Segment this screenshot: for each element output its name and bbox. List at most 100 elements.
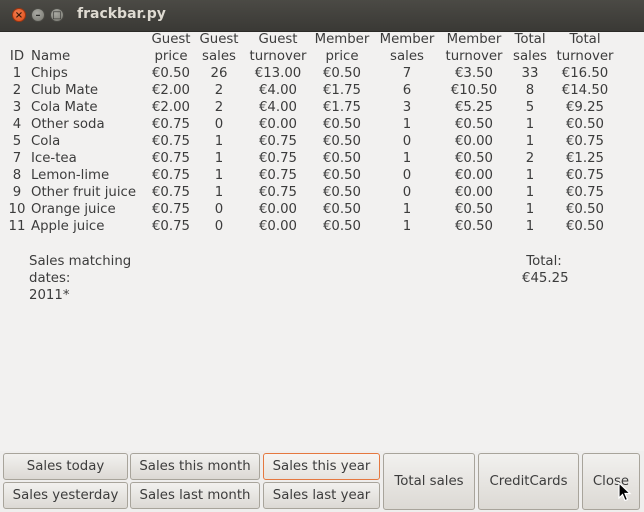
cell-member-sales: 7: [402, 66, 412, 81]
cell-id: 9: [12, 185, 22, 200]
cell-total-turnover: €0.50: [565, 117, 605, 132]
cell-guest-price: €2.00: [151, 83, 191, 98]
cell-id: 5: [12, 134, 22, 149]
cell-member-price: €0.50: [322, 134, 362, 149]
cell-guest-turnover: €0.00: [258, 202, 298, 217]
cell-member-turnover: €3.50: [454, 66, 494, 81]
cell-member-sales: 1: [402, 219, 412, 234]
cell-guest-sales: 2: [214, 100, 224, 115]
button-bar: Sales today Sales yesterday Sales this m…: [0, 451, 644, 512]
cell-member-price: €0.50: [322, 202, 362, 217]
cell-total-turnover: €0.75: [565, 134, 605, 149]
window-maximize-icon[interactable]: □: [50, 8, 64, 22]
cell-member-turnover: €0.00: [454, 168, 494, 183]
cell-member-price: €0.50: [322, 66, 362, 81]
cell-member-sales: 1: [402, 202, 412, 217]
creditcards-button[interactable]: CreditCards: [478, 453, 579, 510]
window-close-icon[interactable]: ×: [12, 8, 26, 22]
cell-guest-turnover: €0.75: [258, 134, 298, 149]
cell-total-turnover: €1.25: [565, 151, 605, 166]
cell-total-turnover: €0.75: [565, 185, 605, 200]
cell-total-sales: 1: [525, 117, 535, 132]
header-member-sales: Member sales: [379, 32, 435, 64]
window-title: frackbar.py: [77, 6, 166, 22]
cell-guest-sales: 1: [214, 185, 224, 200]
cell-member-sales: 1: [402, 151, 412, 166]
cell-total-turnover: €14.50: [561, 83, 609, 98]
window-titlebar[interactable]: × – □ frackbar.py: [0, 0, 644, 32]
cell-total-sales: 33: [521, 66, 539, 81]
cell-guest-sales: 0: [214, 202, 224, 217]
cell-member-sales: 0: [402, 168, 412, 183]
table-row: 11 Apple juice €0.75 0 €0.00 €0.50 1 €0.50 1 €0.5…: [5, 218, 617, 235]
cell-name: Other soda: [31, 117, 105, 132]
cell-total-sales: 1: [525, 202, 535, 217]
sales-this-year-button[interactable]: Sales this year: [263, 453, 380, 480]
cell-name: Chips: [31, 66, 68, 81]
cell-total-turnover: €9.25: [565, 100, 605, 115]
header-member-turnover: Member turnover: [445, 32, 503, 64]
cell-guest-turnover: €4.00: [258, 83, 298, 98]
cell-total-sales: 5: [525, 100, 535, 115]
matching-value: 2011*: [29, 288, 70, 303]
cell-guest-turnover: €0.00: [258, 219, 298, 234]
cell-total-sales: 1: [525, 219, 535, 234]
sales-this-month-button[interactable]: Sales this month: [130, 453, 260, 480]
cell-name: Cola Mate: [31, 100, 98, 115]
cell-guest-price: €2.00: [151, 100, 191, 115]
matching-label-line2: dates:: [29, 271, 71, 286]
total-sales-button[interactable]: Total sales: [383, 453, 475, 510]
cell-guest-sales: 1: [214, 168, 224, 183]
cell-guest-sales: 0: [214, 219, 224, 234]
table-row: 9 Other fruit juice €0.75 1 €0.75 €0.50 0 €0.00…: [5, 184, 617, 201]
cell-name: Cola: [31, 134, 61, 149]
cell-guest-price: €0.75: [151, 117, 191, 132]
cell-guest-turnover: €0.00: [258, 117, 298, 132]
cell-member-sales: 3: [402, 100, 412, 115]
cell-guest-sales: 1: [214, 151, 224, 166]
sales-yesterday-button[interactable]: Sales yesterday: [3, 482, 128, 509]
cell-id: 10: [8, 202, 26, 217]
cell-guest-sales: 2: [214, 83, 224, 98]
cell-id: 7: [12, 151, 22, 166]
header-total-sales: Total sales: [513, 32, 547, 64]
cell-id: 4: [12, 117, 22, 132]
cell-guest-turnover: €13.00: [254, 66, 302, 81]
window-minimize-icon[interactable]: –: [31, 8, 45, 22]
cell-total-turnover: €0.50: [565, 219, 605, 234]
table-row: 7 Ice-tea €0.75 1 €0.75 €0.50 1 €0.50 2 €1.25: [5, 150, 617, 167]
cell-member-sales: 6: [402, 83, 412, 98]
cell-guest-price: €0.75: [151, 219, 191, 234]
mouse-pointer-icon: [618, 482, 632, 502]
sales-table: ID Name Guest price Guest sales Guest turno…: [5, 32, 617, 235]
cell-id: 11: [8, 219, 26, 234]
header-total-turnover: Total turnover: [556, 32, 614, 64]
table-row: 3 Cola Mate €2.00 2 €4.00 €1.75 3 €5.25 5 €9.25: [5, 99, 617, 116]
matching-label-line1: Sales matching: [29, 254, 132, 269]
table-row: 5 Cola €0.75 1 €0.75 €0.50 0 €0.00 1 €0.75: [5, 133, 617, 150]
header-guest-sales: Guest sales: [199, 32, 239, 64]
cell-total-sales: 1: [525, 168, 535, 183]
cell-member-sales: 1: [402, 117, 412, 132]
cell-name: Apple juice: [31, 219, 105, 234]
cell-member-sales: 0: [402, 134, 412, 149]
table-row: 8 Lemon-lime €0.75 1 €0.75 €0.50 0 €0.00 1 €0.75: [5, 167, 617, 184]
sales-last-year-button[interactable]: Sales last year: [263, 482, 380, 509]
cell-guest-sales: 1: [214, 134, 224, 149]
cell-member-sales: 0: [402, 185, 412, 200]
cell-member-turnover: €0.50: [454, 202, 494, 217]
cell-guest-turnover: €0.75: [258, 185, 298, 200]
sales-matching-dates: Sales matching dates: 2011*: [29, 253, 131, 304]
cell-member-price: €0.50: [322, 117, 362, 132]
cell-total-turnover: €0.50: [565, 202, 605, 217]
cell-name: Club Mate: [31, 83, 99, 98]
table-header-row: ID Name Guest price Guest sales Guest turno…: [5, 32, 617, 65]
cell-guest-sales: 0: [214, 117, 224, 132]
cell-guest-sales: 26: [210, 66, 228, 81]
sales-today-button[interactable]: Sales today: [3, 453, 128, 480]
cell-name: Other fruit juice: [31, 185, 136, 200]
sales-last-month-button[interactable]: Sales last month: [130, 482, 260, 509]
total-label: Total:: [526, 254, 562, 269]
cell-guest-price: €0.75: [151, 168, 191, 183]
cell-guest-price: €0.75: [151, 151, 191, 166]
